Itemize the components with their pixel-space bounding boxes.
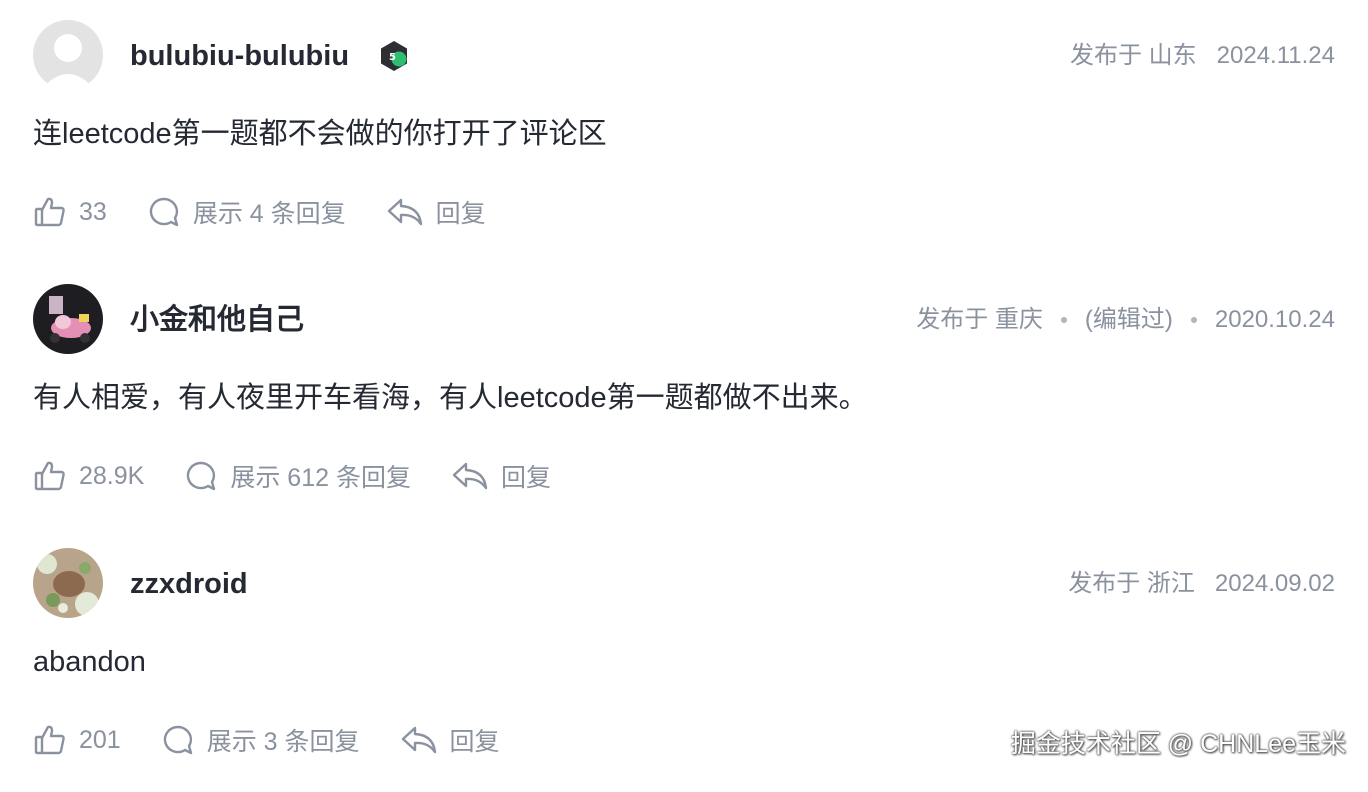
reply-arrow-icon xyxy=(387,198,422,226)
comment-actions: 33 展示 4 条回复 回复 xyxy=(33,190,526,234)
username[interactable]: zzxdroid xyxy=(130,564,248,604)
thumbs-up-icon xyxy=(34,197,65,227)
avatar[interactable] xyxy=(33,548,103,618)
comment-item: bulubiu-bulubiu 5 发布于 山东 2024.11.24 连lee… xyxy=(0,0,1368,264)
location-label: 发布于 山东 xyxy=(1069,42,1197,69)
comment-meta: 发布于 山东 2024.11.24 xyxy=(1070,38,1335,74)
comment-actions: 201 展示 3 条回复 回复 xyxy=(33,718,540,762)
show-replies-label: 展示 4 条回复 xyxy=(192,200,346,228)
thumbs-up-icon xyxy=(34,461,65,491)
comment-actions: 28.9K 展示 612 条回复 回复 xyxy=(33,454,591,498)
username[interactable]: 小金和他自己 xyxy=(130,300,304,340)
comment-bubble-icon xyxy=(163,725,192,755)
show-replies-label: 展示 612 条回复 xyxy=(230,464,411,492)
like-button[interactable]: 33 xyxy=(33,195,107,229)
reply-button[interactable]: 回复 xyxy=(451,458,551,494)
post-date: 2020.10.24 xyxy=(1214,306,1335,333)
thumbs-up-icon xyxy=(34,725,65,755)
comment-content: 有人相爱，有人夜里开车看海，有人leetcode第一题都做不出来。 xyxy=(33,382,868,414)
comment-meta: 发布于 重庆 (编辑过) 2020.10.24 xyxy=(916,302,1335,338)
location-label: 发布于 重庆 xyxy=(916,306,1043,333)
comment-meta: 发布于 浙江 2024.09.02 xyxy=(1068,566,1335,602)
avatar[interactable] xyxy=(33,20,103,90)
separator-dot xyxy=(1060,317,1067,323)
reply-label: 回复 xyxy=(449,728,500,756)
reply-arrow-icon xyxy=(452,462,488,490)
show-replies-button[interactable]: 展示 612 条回复 xyxy=(184,458,411,494)
username[interactable]: bulubiu-bulubiu xyxy=(130,36,349,76)
show-replies-button[interactable]: 展示 4 条回复 xyxy=(147,194,346,230)
reply-label: 回复 xyxy=(435,200,486,228)
comment-bubble-icon xyxy=(149,197,179,227)
comment-bubble-icon xyxy=(187,461,216,491)
comment-content: abandon xyxy=(33,646,146,678)
like-button[interactable]: 201 xyxy=(33,723,121,757)
post-date: 2024.09.02 xyxy=(1214,570,1335,597)
location-label: 发布于 浙江 xyxy=(1068,570,1195,597)
like-count: 33 xyxy=(79,197,107,226)
separator-dot xyxy=(1190,317,1197,323)
like-count: 201 xyxy=(79,725,121,754)
post-date: 2024.11.24 xyxy=(1216,42,1335,69)
edited-label: (编辑过) xyxy=(1084,306,1173,333)
show-replies-button[interactable]: 展示 3 条回复 xyxy=(161,722,360,758)
like-count: 28.9K xyxy=(79,461,145,490)
level-badge-icon: 5 xyxy=(378,40,410,72)
reply-label: 回复 xyxy=(500,464,551,492)
comment-content: 连leetcode第一题都不会做的你打开了评论区 xyxy=(33,118,607,150)
reply-arrow-icon xyxy=(401,726,436,754)
reply-button[interactable]: 回复 xyxy=(386,194,486,230)
show-replies-label: 展示 3 条回复 xyxy=(206,728,360,756)
watermark: 掘金技术社区 @ CHNLee玉米 xyxy=(1010,730,1346,758)
like-button[interactable]: 28.9K xyxy=(33,459,144,493)
avatar[interactable] xyxy=(33,284,103,354)
reply-button[interactable]: 回复 xyxy=(400,722,500,758)
comment-item: 小金和他自己 发布于 重庆 (编辑过) 2020.10.24 有人相爱，有人夜里… xyxy=(0,264,1368,528)
svg-text:5: 5 xyxy=(389,52,396,63)
